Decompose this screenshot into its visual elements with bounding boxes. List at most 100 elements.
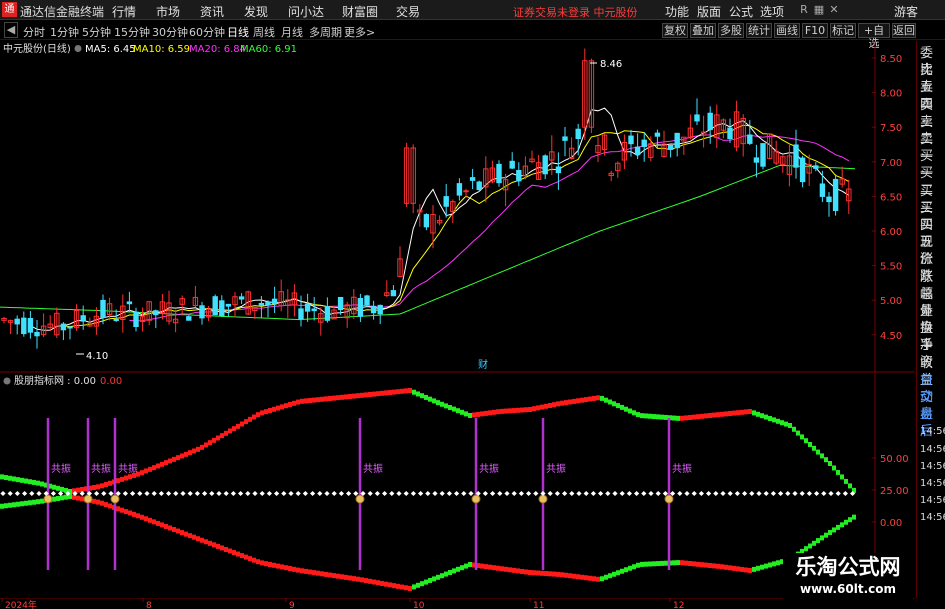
lower-bar xyxy=(600,576,604,582)
lower-bar xyxy=(720,564,724,570)
menu-news[interactable]: 资讯 xyxy=(200,3,224,20)
period-multi[interactable]: 多周期 xyxy=(309,24,342,40)
zero-dot xyxy=(0,491,6,496)
upper-bar xyxy=(312,397,316,403)
zero-dot xyxy=(734,491,740,496)
multi-stock-button[interactable]: 多股 xyxy=(718,23,744,38)
upper-bar xyxy=(832,465,836,471)
overlay-button[interactable]: 叠加 xyxy=(690,23,716,38)
draw-line-button[interactable]: 画线 xyxy=(774,23,800,38)
lower-bar xyxy=(144,516,148,522)
f10-button[interactable]: F10 xyxy=(802,23,828,38)
menu-functions[interactable]: 功能 xyxy=(665,3,689,20)
period-15min[interactable]: 15分钟 xyxy=(114,24,150,40)
upper-bar xyxy=(828,461,832,466)
close-icon[interactable]: ✕ xyxy=(827,4,841,16)
lower-bar xyxy=(452,568,456,574)
panel-toggle-icon[interactable]: ◀ xyxy=(4,22,18,38)
menu-trade[interactable]: 交易 xyxy=(396,3,420,20)
upper-bar xyxy=(364,392,368,398)
period-60min[interactable]: 60分钟 xyxy=(189,24,225,40)
upper-bar xyxy=(692,414,696,420)
menu-market-quotes[interactable]: 行情 xyxy=(112,3,136,20)
back-button[interactable]: 返回 xyxy=(892,23,916,38)
lower-bar xyxy=(300,568,304,574)
main-y-tick: 5.50 xyxy=(880,262,902,273)
guest-link[interactable]: 游客 xyxy=(894,3,918,20)
sidebar-item[interactable]: 14:56 xyxy=(920,423,945,440)
menu-ask-xiaoda[interactable]: 问小达 xyxy=(288,3,324,20)
upper-bar xyxy=(648,413,652,419)
lower-bar xyxy=(204,539,208,545)
indicator-toggle-icon[interactable] xyxy=(3,377,11,385)
upper-bar xyxy=(352,393,356,399)
x-tick: 9 xyxy=(289,601,295,609)
menu-layout[interactable]: 版面 xyxy=(697,3,721,20)
lower-bar xyxy=(492,565,496,571)
main-y-tick: 8.50 xyxy=(880,54,902,65)
x-tick: 11 xyxy=(533,601,544,609)
upper-bar xyxy=(640,413,644,419)
add-watchlist-button[interactable]: +自选 xyxy=(858,23,890,50)
x-tick: 10 xyxy=(413,601,425,609)
lower-bar xyxy=(4,503,8,509)
period-daily[interactable]: 日线 xyxy=(227,24,249,40)
menu-discover[interactable]: 发现 xyxy=(244,3,268,20)
sidebar-item[interactable]: 14:56 xyxy=(920,458,945,475)
lower-bar xyxy=(812,540,816,546)
zero-dot xyxy=(691,491,697,496)
restore-rights-button[interactable]: 复权 xyxy=(662,23,688,38)
candle-body xyxy=(793,144,799,168)
upper-bar xyxy=(520,407,524,413)
upper-bar xyxy=(40,481,44,487)
lower-bar xyxy=(848,517,852,523)
x-axis: 2024年 8 9 10 11 12 xyxy=(0,598,915,609)
period-intraday[interactable]: 分时 xyxy=(23,24,45,40)
lower-bar xyxy=(572,573,576,579)
period-monthly[interactable]: 月线 xyxy=(281,24,303,40)
ma60-line xyxy=(0,164,856,321)
ma-toggle-icon[interactable] xyxy=(74,45,82,52)
period-weekly[interactable]: 周线 xyxy=(253,24,275,40)
upper-bar xyxy=(532,406,536,412)
candle-body xyxy=(67,326,73,329)
skin-r-icon[interactable]: R xyxy=(797,4,811,16)
mark-button[interactable]: 标记 xyxy=(830,23,856,38)
zero-dot xyxy=(583,491,589,496)
candle-body xyxy=(456,183,463,196)
candlestick-chart[interactable]: 8.50 8.00 7.50 7.00 6.50 6.00 5.50 5.00 4.50 8.4… xyxy=(0,41,915,373)
menu-market[interactable]: 市场 xyxy=(156,3,180,20)
finance-marker[interactable]: 财 xyxy=(478,358,488,371)
upper-bar xyxy=(104,482,108,488)
menu-formula[interactable]: 公式 xyxy=(729,3,753,20)
period-30min[interactable]: 30分钟 xyxy=(152,24,188,40)
lower-bar xyxy=(700,562,704,568)
upper-bar xyxy=(324,396,328,402)
grid-icon[interactable]: ▦ xyxy=(812,4,826,16)
upper-bar xyxy=(624,406,628,412)
sidebar-item[interactable]: 14:56 xyxy=(920,492,945,509)
lower-bar xyxy=(656,561,660,567)
sidebar-item[interactable]: 14:56 xyxy=(920,509,945,526)
period-5min[interactable]: 5分钟 xyxy=(82,24,111,40)
zero-dot xyxy=(806,491,812,496)
lower-bar xyxy=(728,565,732,571)
menu-wealth-circle[interactable]: 财富圈 xyxy=(342,3,378,20)
ind-y-axis: 50.00 25.00 0.00 xyxy=(872,454,909,529)
lower-bar xyxy=(284,565,288,571)
upper-bar xyxy=(228,428,232,434)
candle-body xyxy=(694,114,700,122)
candle-body xyxy=(27,318,34,333)
lower-bar xyxy=(412,584,416,590)
period-1min[interactable]: 1分钟 xyxy=(50,24,79,40)
statistics-button[interactable]: 统计 xyxy=(746,23,772,38)
indicator-chart[interactable]: 50.0025.000.00 共振 共振 共振 共振 共振 共振 共振 股朋指标网 : 0.… xyxy=(0,374,915,598)
upper-bar xyxy=(768,416,772,421)
zero-dot xyxy=(756,491,762,496)
zero-dot xyxy=(576,491,582,496)
sidebar-item[interactable]: 14:56 xyxy=(920,441,945,458)
zero-dot xyxy=(252,491,258,496)
period-more[interactable]: 更多> xyxy=(344,24,375,40)
sidebar-item[interactable]: 14:56 xyxy=(920,475,945,492)
menu-options[interactable]: 选项 xyxy=(760,3,784,20)
